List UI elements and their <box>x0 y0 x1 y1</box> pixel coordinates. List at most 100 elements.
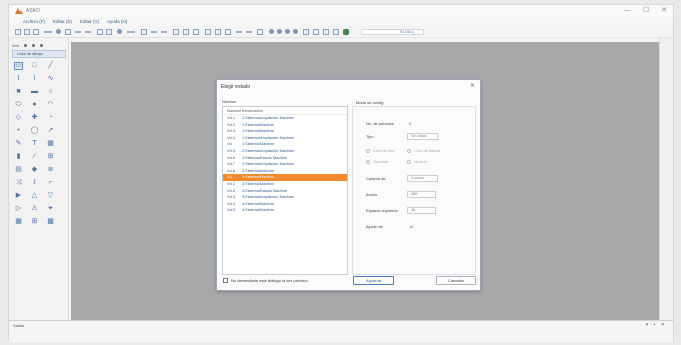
curve-icon[interactable]: ∿ <box>46 75 55 83</box>
dont-show-again-option[interactable]: No denunciarte este diálogo la vez próxi… <box>223 278 308 283</box>
play-icon[interactable]: ▶ <box>14 192 23 200</box>
funnel-icon[interactable]: ⏷ <box>46 205 55 213</box>
pen-icon[interactable]: ✎ <box>14 140 23 148</box>
save-icon[interactable] <box>33 29 39 35</box>
color4-icon[interactable] <box>293 29 298 34</box>
column-header-name[interactable]: Nombre <box>223 107 242 114</box>
polyline-icon[interactable]: ⌇ <box>30 75 39 83</box>
ok-button[interactable]: Aquarda <box>353 276 394 285</box>
triangle-outline-icon[interactable]: ▽ <box>46 192 55 200</box>
drawing-list-tab[interactable]: Lista de dibujo <box>12 50 66 58</box>
dont-show-again-checkbox[interactable] <box>223 278 228 283</box>
ungroup-icon[interactable] <box>151 31 157 33</box>
bold-icon[interactable] <box>313 29 319 35</box>
panel-float-icon[interactable] <box>31 43 35 47</box>
minimize-button[interactable]: — <box>624 7 631 15</box>
sector-icon[interactable]: ◔ <box>46 114 55 122</box>
color-icon[interactable] <box>269 29 274 34</box>
front-icon[interactable] <box>161 31 167 33</box>
panel-close-icon[interactable] <box>39 43 43 47</box>
rectangle-icon[interactable]: □ <box>30 62 39 70</box>
bracket-icon[interactable]: ⌐ <box>46 179 55 187</box>
dot-icon[interactable]: • <box>14 127 23 135</box>
list-row[interactable]: Vd 1:Sistema\Machine <box>223 141 347 148</box>
ellipse-icon[interactable]: ⬭ <box>14 101 23 109</box>
back-icon[interactable] <box>173 29 179 35</box>
color3-icon[interactable] <box>285 29 290 34</box>
filled-rect-icon[interactable]: ▬ <box>30 88 39 96</box>
radio-opcional[interactable]: Opcional <box>366 160 388 164</box>
undo-icon[interactable] <box>75 31 81 33</box>
list-row[interactable]: Vd-6 2:Sistema\Estado Machine <box>223 155 347 162</box>
stack-icon[interactable]: ≣ <box>46 166 55 174</box>
italic-icon[interactable] <box>323 29 329 35</box>
text-t-icon[interactable]: T <box>30 140 39 148</box>
grid-icon[interactable] <box>117 29 122 34</box>
slash-icon[interactable]: ⁄ <box>30 153 39 161</box>
line-icon[interactable]: ╱ <box>46 62 55 70</box>
gradient-icon[interactable]: ▤ <box>14 166 23 174</box>
grid-small-icon[interactable]: ▦ <box>14 218 23 226</box>
lasso-icon[interactable]: ℓ <box>30 179 39 187</box>
list-row[interactable]: Vd-2 1:Sistema\Machine <box>223 122 347 129</box>
radio-circle[interactable] <box>366 149 370 153</box>
output-panel-controls-icon[interactable]: ▾ ▪ ✕ <box>646 322 667 328</box>
panel-pin-icon[interactable] <box>23 43 27 47</box>
shuffle-icon[interactable]: ⤨ <box>14 179 23 187</box>
line-width-icon[interactable] <box>236 31 242 33</box>
cadena-select[interactable]: Cuando <box>407 175 438 182</box>
menu-archivo[interactable]: Archivo (F) <box>23 17 45 26</box>
zoom-out-icon[interactable] <box>106 29 112 35</box>
list-row[interactable]: Vd-4 1:Sistema\Ampliación Machine <box>223 135 347 142</box>
text-icon[interactable]: Ⅰ <box>14 75 23 83</box>
maximize-button[interactable]: ☐ <box>643 7 649 15</box>
redo-icon[interactable] <box>85 31 91 33</box>
ancho-input[interactable]: 200 <box>407 191 436 198</box>
list-row[interactable]: Vd 3:Sistema\Machine <box>223 174 347 181</box>
espacio-input[interactable]: 10 <box>407 207 436 214</box>
run-icon[interactable] <box>343 29 349 35</box>
circle-fill-icon[interactable]: ● <box>30 101 39 109</box>
arc-icon[interactable]: ◠ <box>46 101 55 109</box>
menu-ayuda[interactable]: Ayuda (H) <box>107 17 127 26</box>
list-row[interactable]: Vd-8 2:Sistema\Machine <box>223 168 347 175</box>
cross-icon[interactable]: ✚ <box>30 114 39 122</box>
cell-icon[interactable]: ▩ <box>46 218 55 226</box>
copy-icon[interactable] <box>56 29 61 34</box>
square-fill-icon[interactable]: ■ <box>14 88 23 96</box>
arrow-icon[interactable]: ↗ <box>46 127 55 135</box>
properties-icon[interactable] <box>215 29 221 35</box>
triangle-icon[interactable]: △ <box>30 192 39 200</box>
text-style-icon[interactable] <box>303 29 309 35</box>
warning-icon[interactable]: ⚠ <box>30 205 39 213</box>
list-row[interactable]: Vd-2 3:Sistema\Estado Machine <box>223 188 347 195</box>
rotate-icon[interactable] <box>183 29 189 35</box>
underline-icon[interactable] <box>333 29 339 35</box>
radio-ciclo-otro[interactable]: Ciclo de otro <box>366 149 394 153</box>
diamond-icon[interactable]: ◇ <box>14 114 23 122</box>
radio-circle[interactable] <box>407 160 411 164</box>
list-row[interactable]: Vd-1 3:Sistema\Machine <box>223 181 347 188</box>
list-row[interactable]: Vd-1 1:Sistema\Ampliación Machine <box>223 115 347 122</box>
layout-icon[interactable] <box>205 29 211 35</box>
list-row[interactable]: Vd-3 1:Sistema\Machine <box>223 128 347 135</box>
list-row[interactable]: Vd-5 2:Sistema\Ampliación Machine <box>223 148 347 155</box>
state-listbox[interactable]: Nombre Información Vd-1 1:Sistema\Ampliac… <box>222 106 348 275</box>
diamond-fill-icon[interactable]: ◆ <box>30 166 39 174</box>
new-file-icon[interactable] <box>15 29 21 35</box>
cancel-button[interactable]: Cancelar <box>436 276 476 285</box>
table-icon[interactable]: ▦ <box>46 140 55 148</box>
color2-icon[interactable] <box>277 29 282 34</box>
radio-mostrar[interactable]: Mostrar <box>407 160 427 164</box>
circle-icon[interactable]: ○ <box>46 88 55 96</box>
close-window-button[interactable]: ✕ <box>661 7 667 15</box>
list-row[interactable]: Vd-5 4:Sistema\Machine <box>223 207 347 214</box>
grid-icon[interactable]: ⊞ <box>46 153 55 161</box>
dialog-close-icon[interactable]: ✕ <box>470 83 475 90</box>
grid-large-icon[interactable]: ⊞ <box>30 218 39 226</box>
bar-icon[interactable]: ▮ <box>14 153 23 161</box>
fill-icon[interactable] <box>257 29 263 35</box>
radio-circle[interactable] <box>407 149 411 153</box>
group-icon[interactable] <box>141 29 147 35</box>
play-outline-icon[interactable]: ▷ <box>14 205 23 213</box>
